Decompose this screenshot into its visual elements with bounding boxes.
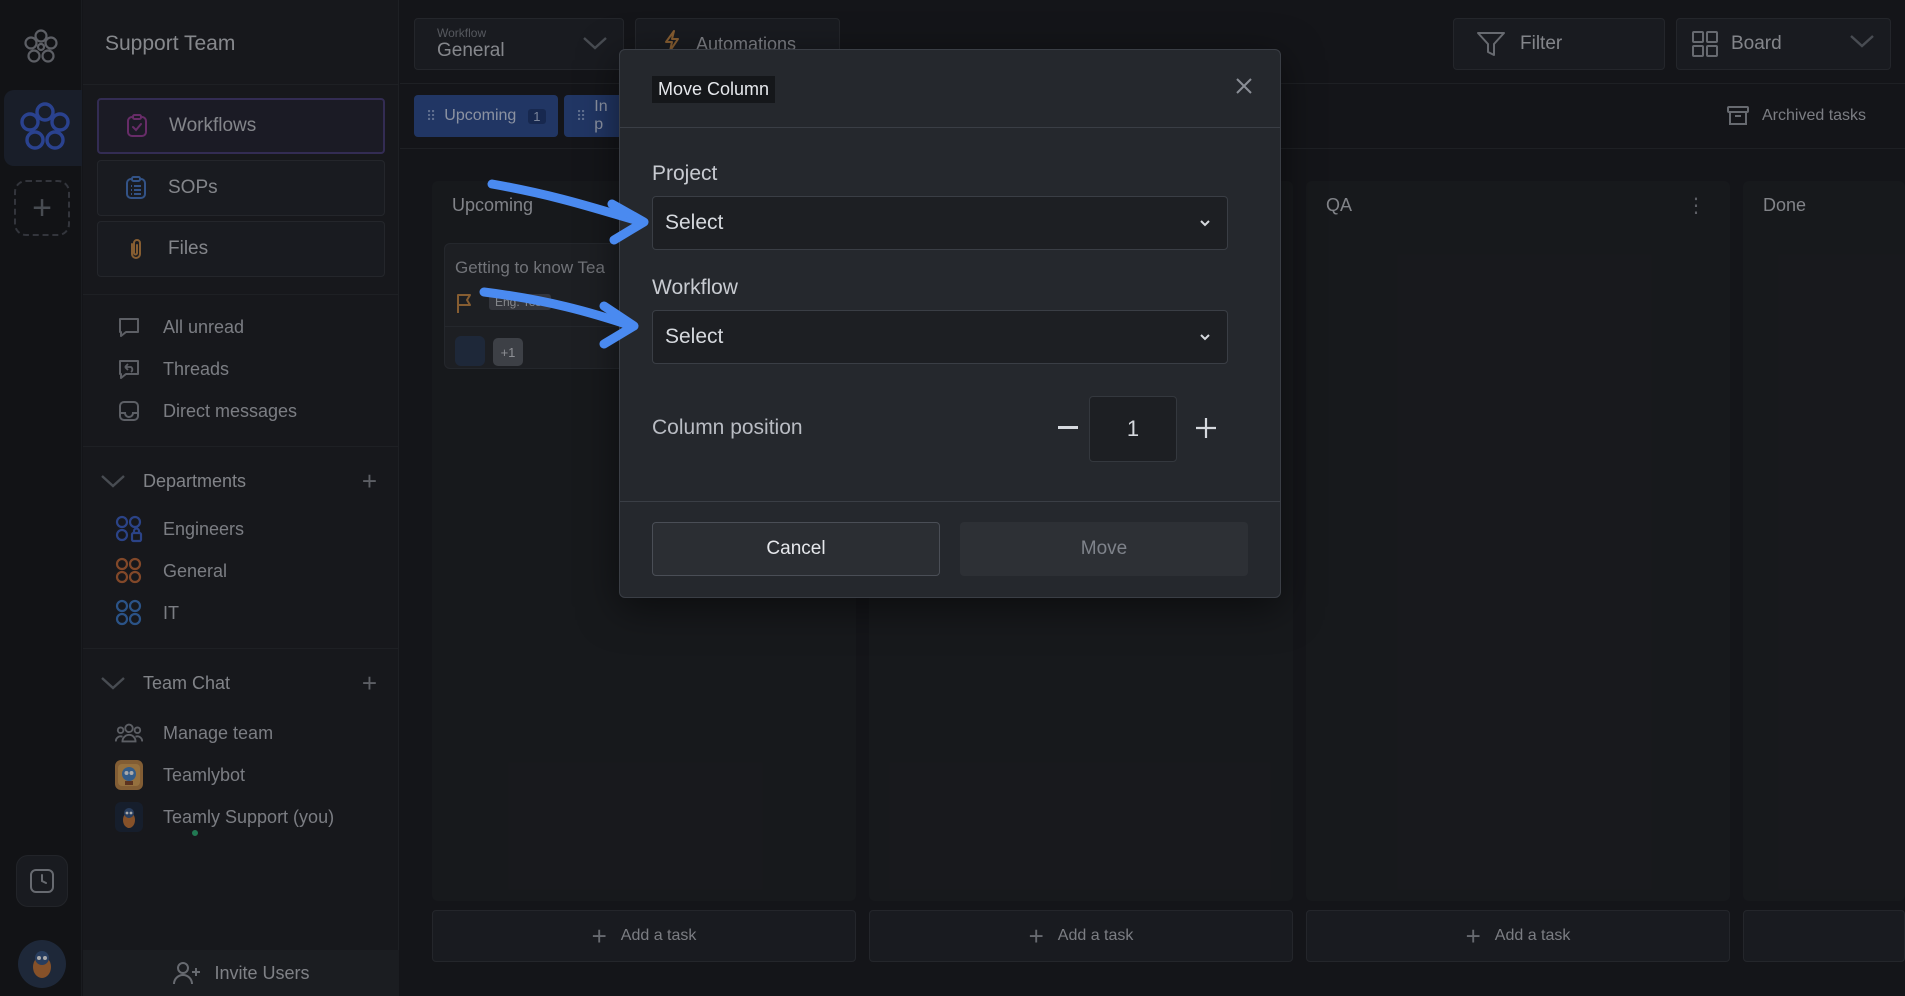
project-select-value: Select <box>665 211 724 234</box>
chevron-down-icon <box>1195 213 1215 233</box>
project-label: Project <box>652 162 718 185</box>
divider <box>620 501 1280 502</box>
close-icon[interactable] <box>1232 74 1256 98</box>
increment-button[interactable] <box>1188 410 1224 446</box>
project-select[interactable]: Select <box>652 196 1228 250</box>
workflow-target-select-value: Select <box>665 325 724 348</box>
minus-icon <box>1058 426 1078 429</box>
workflow-target-select[interactable]: Select <box>652 310 1228 364</box>
plus-icon <box>1196 418 1216 438</box>
column-position-label: Column position <box>652 416 803 439</box>
workflow-label: Workflow <box>652 276 738 299</box>
move-button[interactable]: Move <box>960 522 1248 576</box>
decrement-button[interactable] <box>1050 410 1086 446</box>
column-position-input[interactable]: 1 <box>1089 396 1177 462</box>
chevron-down-icon <box>1195 327 1215 347</box>
dialog-header: Move Column <box>620 50 1280 128</box>
cancel-button[interactable]: Cancel <box>652 522 940 576</box>
move-column-dialog: Move Column Project Select Workflow Sele… <box>619 49 1281 598</box>
dialog-title: Move Column <box>652 76 776 103</box>
